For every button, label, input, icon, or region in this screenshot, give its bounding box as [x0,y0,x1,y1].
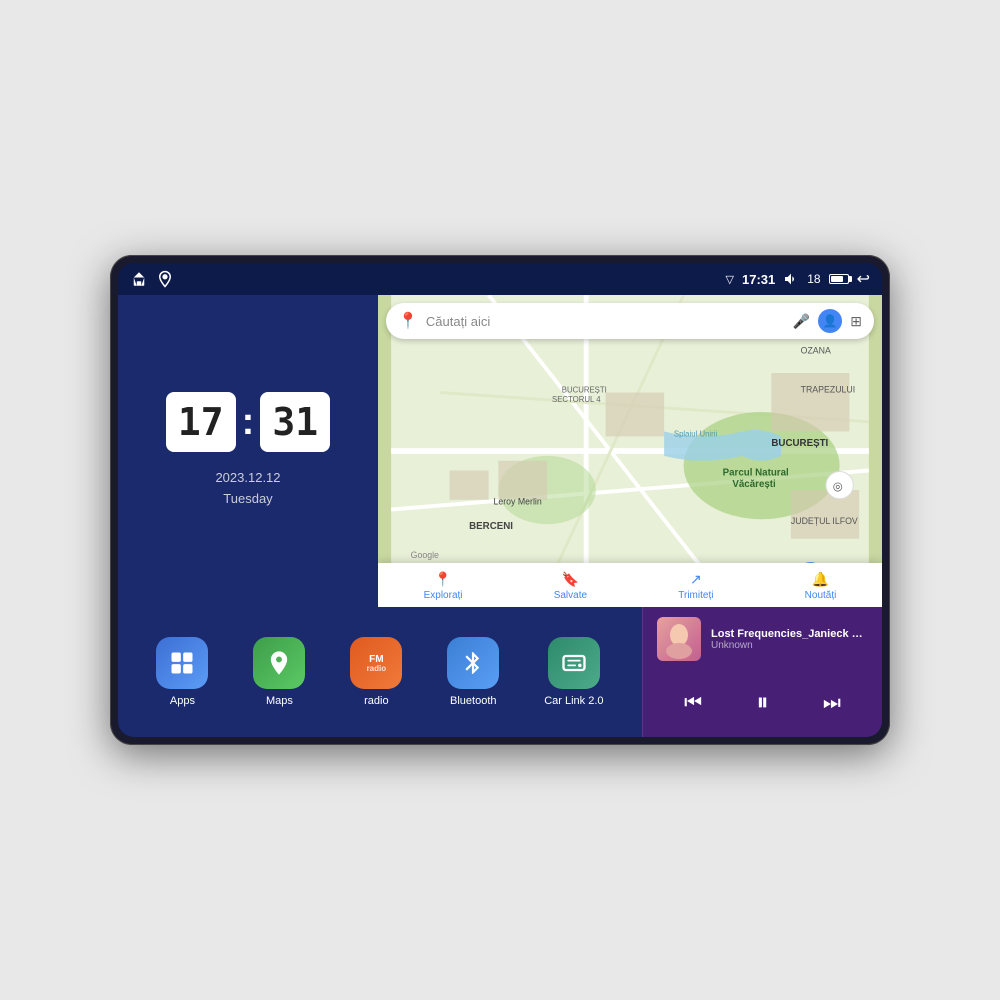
carlink-label: Car Link 2.0 [544,695,603,707]
radio-label: radio [364,695,388,707]
play-pause-button[interactable]: ⏸ [748,685,776,721]
music-panel: Lost Frequencies_Janieck Devy-... Unknow… [642,607,882,737]
maps-icon [253,637,305,689]
map-nav-explore-label: Explorați [424,590,463,601]
time-display: 17:31 [742,272,775,287]
map-nav-news[interactable]: 🔔 Noutăți [805,571,837,601]
bottom-section: Apps Maps FM radio [118,607,882,737]
apps-icon [156,637,208,689]
top-section: 17 : 31 2023.12.12 Tuesday [118,295,882,607]
map-bottom-bar: 📍 Explorați 🔖 Salvate ↗ Trimiteți 🔔 [378,563,882,607]
clock-display: 17 : 31 [166,392,330,452]
svg-text:SECTORUL 4: SECTORUL 4 [552,395,601,404]
apps-label: Apps [170,695,195,707]
layers-icon[interactable]: ⊞ [850,313,862,330]
screen: ▽ 17:31 18 ↩ [118,263,882,737]
svg-text:BERCENI: BERCENI [469,521,513,532]
bluetooth-icon [447,637,499,689]
clock-hours: 17 [166,392,236,452]
map-search-actions: 🎤 👤 ⊞ [793,309,862,333]
battery-level: 18 [807,272,820,286]
map-nav-icon[interactable] [156,270,174,288]
svg-text:JUDEȚUL ILFOV: JUDEȚUL ILFOV [791,516,858,526]
main-content: 17 : 31 2023.12.12 Tuesday [118,295,882,737]
next-button[interactable]: ⏭ [815,688,849,719]
svg-text:Leroy Merlin: Leroy Merlin [494,497,542,507]
map-nav-news-label: Noutăți [805,590,837,601]
volume-icon [783,271,799,287]
music-title: Lost Frequencies_Janieck Devy-... [711,628,868,640]
map-panel[interactable]: Parcul Natural Văcărești Leroy Merlin BU… [378,295,882,607]
svg-text:◎: ◎ [833,480,843,493]
map-search-bar[interactable]: 📍 Căutați aici 🎤 👤 ⊞ [386,303,874,339]
clock-panel: 17 : 31 2023.12.12 Tuesday [118,295,378,607]
app-item-maps[interactable]: Maps [253,637,305,707]
account-icon[interactable]: 👤 [818,309,842,333]
map-nav-share-label: Trimiteți [678,590,713,601]
music-thumbnail [657,617,701,661]
app-item-carlink[interactable]: Car Link 2.0 [544,637,603,707]
maps-pin-icon: 📍 [398,311,418,331]
svg-text:Văcărești: Văcărești [732,479,776,490]
clock-date: 2023.12.12 Tuesday [215,468,280,510]
radio-icon: FM radio [350,637,402,689]
signal-icon: ▽ [726,273,734,286]
map-nav-saved[interactable]: 🔖 Salvate [554,571,587,601]
svg-text:BUCUREȘTI: BUCUREȘTI [771,438,828,449]
battery-icon [829,274,849,284]
app-item-apps[interactable]: Apps [156,637,208,707]
voice-search-icon[interactable]: 🎤 [793,313,810,330]
map-nav-explore[interactable]: 📍 Explorați [424,571,463,601]
back-icon[interactable]: ↩ [857,269,870,289]
music-controls: ⏮ ⏸ ⏭ [657,679,868,727]
car-display-device: ▽ 17:31 18 ↩ [110,255,890,745]
home-icon[interactable] [130,270,148,288]
map-nav-share[interactable]: ↗ Trimiteți [678,571,713,601]
music-text: Lost Frequencies_Janieck Devy-... Unknow… [711,628,868,651]
svg-text:BUCUREȘTI: BUCUREȘTI [562,386,607,395]
app-item-radio[interactable]: FM radio radio [350,637,402,707]
music-info: Lost Frequencies_Janieck Devy-... Unknow… [657,617,868,661]
status-right: ▽ 17:31 18 ↩ [726,269,870,289]
map-search-placeholder[interactable]: Căutați aici [426,314,785,329]
status-left [130,270,174,288]
prev-button[interactable]: ⏮ [676,688,710,719]
app-item-bluetooth[interactable]: Bluetooth [447,637,499,707]
svg-text:Splaiul Unirii: Splaiul Unirii [674,429,718,438]
status-bar: ▽ 17:31 18 ↩ [118,263,882,295]
carlink-icon [548,637,600,689]
music-artist: Unknown [711,640,868,651]
map-background: Parcul Natural Văcărești Leroy Merlin BU… [378,295,882,607]
apps-row: Apps Maps FM radio [118,607,642,737]
maps-label: Maps [266,695,293,707]
svg-text:OZANA: OZANA [801,346,831,356]
clock-minutes: 31 [260,392,330,452]
svg-text:TRAPEZULUI: TRAPEZULUI [801,385,856,395]
map-nav-saved-label: Salvate [554,590,587,601]
clock-colon: : [242,401,255,444]
bluetooth-label: Bluetooth [450,695,496,707]
svg-text:Google: Google [411,550,439,560]
svg-text:Parcul Natural: Parcul Natural [723,467,789,478]
